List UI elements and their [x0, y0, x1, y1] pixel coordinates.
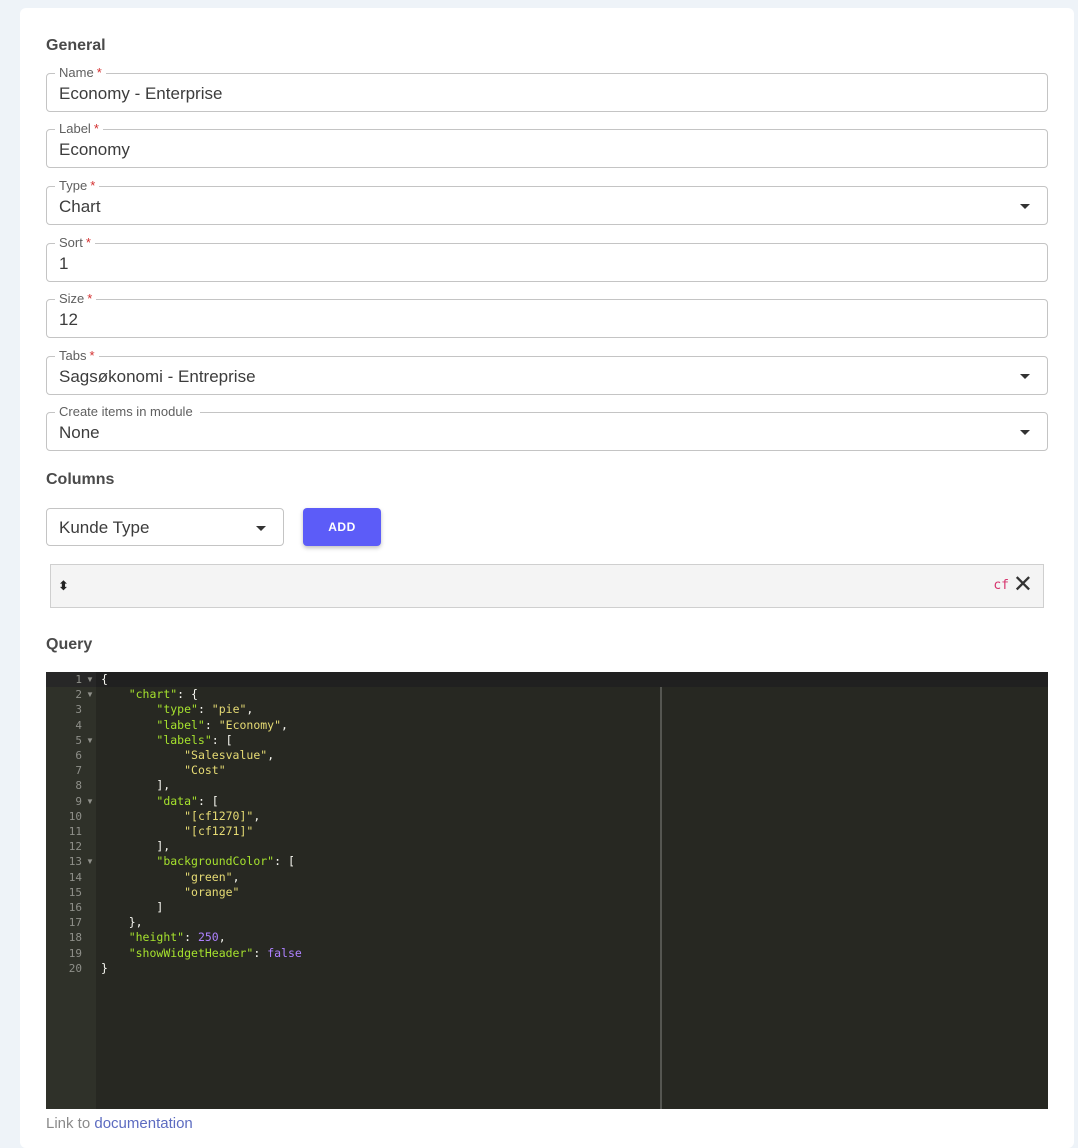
caret-down-icon[interactable] [1020, 204, 1030, 209]
fold-arrow-icon[interactable]: ▼ [86, 687, 94, 702]
required-marker: * [93, 121, 99, 136]
code-line: { [101, 672, 108, 686]
drag-handle-icon[interactable]: ⬍ [58, 578, 69, 594]
name-field-value: Economy - Enterprise [59, 84, 223, 103]
query-section-title: Query [46, 636, 93, 653]
line-number: 11 [68, 825, 82, 838]
line-number: 7 [75, 764, 82, 778]
line-number: 8 [75, 779, 82, 793]
required-marker: * [96, 65, 102, 80]
fold-arrow-icon[interactable]: ▼ [86, 854, 94, 869]
line-number: 19 [68, 946, 82, 960]
code-line: "data": [ [156, 793, 219, 808]
name-field-label: Name * [55, 65, 106, 81]
label-field-label: Label * [55, 121, 103, 137]
tabs-select[interactable]: Tabs * Sagsøkonomi - Entreprise [46, 348, 1048, 395]
code-line: "showWidgetHeader": false [128, 945, 302, 960]
column-row: ⬍ cf ✕ [50, 564, 1044, 608]
line-number: 4 [75, 718, 82, 732]
label-field[interactable]: Label * Economy [46, 121, 1048, 168]
column-code: cf [993, 578, 1009, 593]
code-line: "Cost" [184, 763, 226, 778]
line-number: 2 [75, 688, 82, 702]
code-line: ], [101, 778, 171, 793]
line-number: 13 [68, 855, 82, 869]
code-line: "type": "pie", [156, 702, 254, 717]
line-number: 16 [68, 901, 82, 914]
code-line: "[cf1270]", [184, 808, 261, 823]
code-line: "chart": { [128, 687, 198, 702]
create-items-module-value: None [59, 423, 100, 442]
label-field-value: Economy [59, 140, 130, 159]
general-section-title: General [46, 37, 106, 54]
line-number: 9 [75, 794, 82, 808]
code-line: } [101, 960, 108, 975]
type-select-label: Type * [55, 178, 100, 194]
line-number: 5 [75, 733, 82, 747]
sort-field-label: Sort * [55, 235, 95, 251]
close-icon[interactable]: ✕ [1013, 572, 1033, 598]
documentation-prefix: Link to [46, 1115, 91, 1132]
caret-down-icon[interactable] [1020, 430, 1030, 435]
code-line: }, [101, 915, 143, 930]
line-number: 12 [68, 840, 82, 854]
code-line: "backgroundColor": [ [156, 854, 295, 869]
fold-arrow-icon[interactable]: ▼ [86, 794, 94, 809]
column-select[interactable]: Kunde Type [46, 508, 284, 546]
line-number: 10 [68, 809, 82, 823]
columns-section-title: Columns [46, 471, 115, 488]
name-field[interactable]: Name * Economy - Enterprise [46, 65, 1048, 112]
create-items-module-label: Create items in module [55, 404, 200, 420]
line-number: 1 [75, 673, 82, 686]
widget-form-card: General Name * Economy - Enterprise Label… [20, 8, 1074, 1148]
line-number: 20 [68, 961, 82, 975]
code-line: "Salesvalue", [184, 748, 275, 762]
code-line: "label": "Economy", [156, 717, 288, 732]
code-line: "[cf1271]" [184, 824, 254, 838]
sort-field-value: 1 [59, 254, 69, 273]
create-items-module-select[interactable]: Create items in module None [46, 404, 1048, 451]
add-column-button[interactable]: ADD [303, 508, 381, 546]
line-number: 17 [68, 916, 82, 930]
code-line: "labels": [ [156, 732, 233, 747]
required-marker: * [87, 291, 93, 306]
tabs-select-label: Tabs * [55, 348, 99, 364]
size-field-value: 12 [59, 310, 78, 329]
fold-arrow-icon[interactable]: ▼ [86, 672, 94, 687]
documentation-link[interactable]: documentation [94, 1115, 192, 1132]
documentation-row: Link to documentation [46, 1115, 193, 1132]
line-number: 14 [68, 870, 82, 884]
line-number: 6 [75, 749, 82, 762]
sort-field[interactable]: Sort * 1 [46, 235, 1048, 282]
code-line: ], [101, 839, 171, 854]
line-number: 15 [68, 885, 82, 899]
code-line: ] [101, 900, 164, 914]
column-select-value: Kunde Type [59, 518, 150, 537]
print-margin [660, 687, 662, 1109]
code-line: "orange" [184, 884, 240, 899]
required-marker: * [89, 348, 95, 363]
code-line: "green", [184, 869, 240, 884]
type-select[interactable]: Type * Chart [46, 178, 1048, 225]
query-code-editor[interactable]: 1 2 3 4 5 6 7 8 9 10 11 12 13 14 15 16 1… [46, 672, 1048, 1109]
fold-arrow-icon[interactable]: ▼ [86, 733, 94, 748]
size-field[interactable]: Size * 12 [46, 291, 1048, 338]
caret-down-icon[interactable] [256, 526, 266, 531]
code-line: "height": 250, [128, 930, 226, 945]
required-marker: * [85, 235, 91, 250]
line-number: 18 [68, 931, 82, 945]
caret-down-icon[interactable] [1020, 374, 1030, 379]
size-field-label: Size * [55, 291, 97, 307]
tabs-select-value: Sagsøkonomi - Entreprise [59, 367, 256, 386]
required-marker: * [90, 178, 96, 193]
type-select-value: Chart [59, 197, 101, 216]
line-number: 3 [75, 703, 82, 717]
active-line-highlight [46, 672, 1048, 687]
